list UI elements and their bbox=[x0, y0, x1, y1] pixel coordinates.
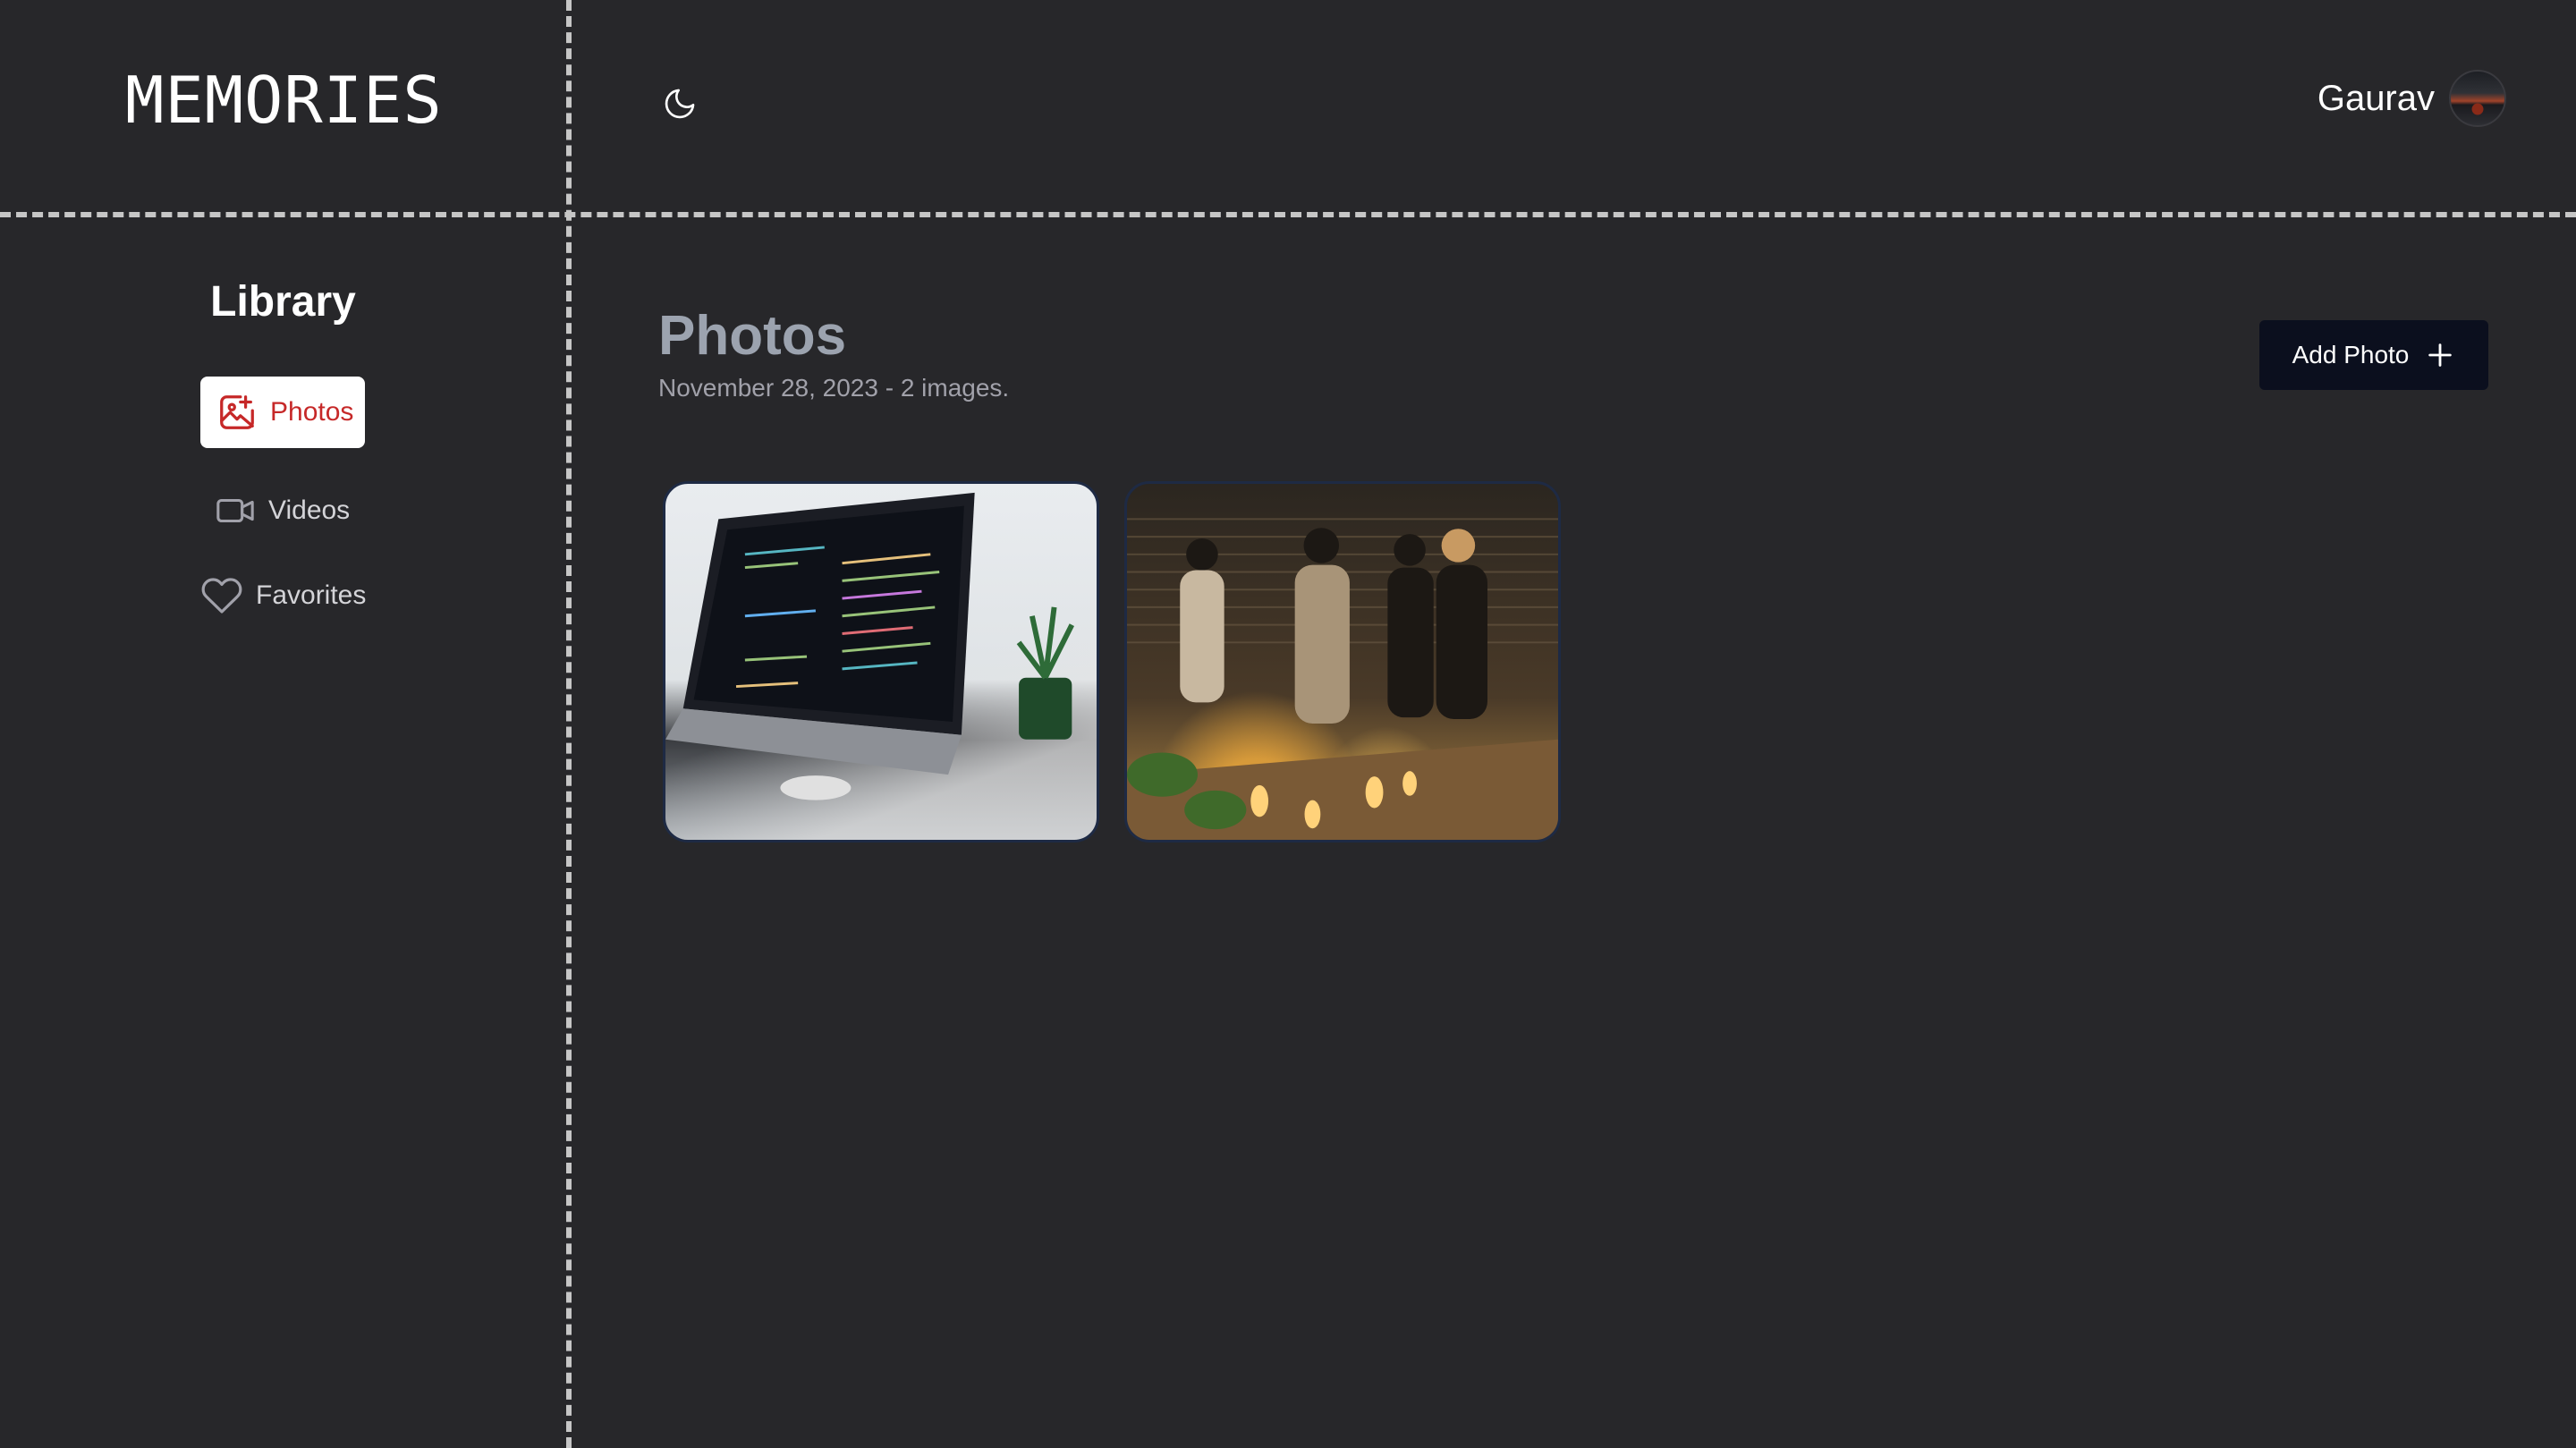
moon-icon bbox=[665, 89, 695, 119]
sidebar-item-videos[interactable]: Videos bbox=[215, 490, 350, 531]
app-logo: MEMORIES bbox=[125, 63, 443, 138]
sidebar-item-favorites[interactable]: Favorites bbox=[200, 574, 366, 617]
party-image bbox=[1127, 518, 1558, 840]
sidebar-item-photos[interactable]: Photos bbox=[200, 377, 365, 448]
sidebar-title: Library bbox=[210, 278, 356, 326]
photo-thumbnail-party[interactable] bbox=[1124, 481, 1561, 843]
video-camera-icon bbox=[216, 498, 254, 523]
page-title: Photos bbox=[658, 305, 847, 367]
photo-thumbnail-laptop[interactable] bbox=[663, 481, 1099, 843]
user-name: Gaurav bbox=[2317, 78, 2435, 118]
plus-icon bbox=[2428, 343, 2453, 367]
add-photo-label: Add Photo bbox=[2292, 341, 2410, 368]
sidebar-item-label: Favorites bbox=[256, 580, 367, 610]
horizontal-divider bbox=[0, 212, 2576, 217]
avatar[interactable] bbox=[2449, 70, 2506, 127]
sidebar-item-label: Photos bbox=[270, 397, 354, 427]
page-subtitle: November 28, 2023 - 2 images. bbox=[658, 374, 1010, 402]
sidebar-item-label: Videos bbox=[268, 495, 351, 525]
theme-toggle-button[interactable] bbox=[657, 80, 703, 127]
heart-icon bbox=[201, 578, 242, 614]
laptop-image bbox=[665, 492, 1074, 800]
add-photo-button[interactable]: Add Photo bbox=[2259, 320, 2488, 390]
image-plus-icon bbox=[220, 395, 254, 429]
user-menu[interactable]: Gaurav bbox=[2318, 70, 2506, 127]
